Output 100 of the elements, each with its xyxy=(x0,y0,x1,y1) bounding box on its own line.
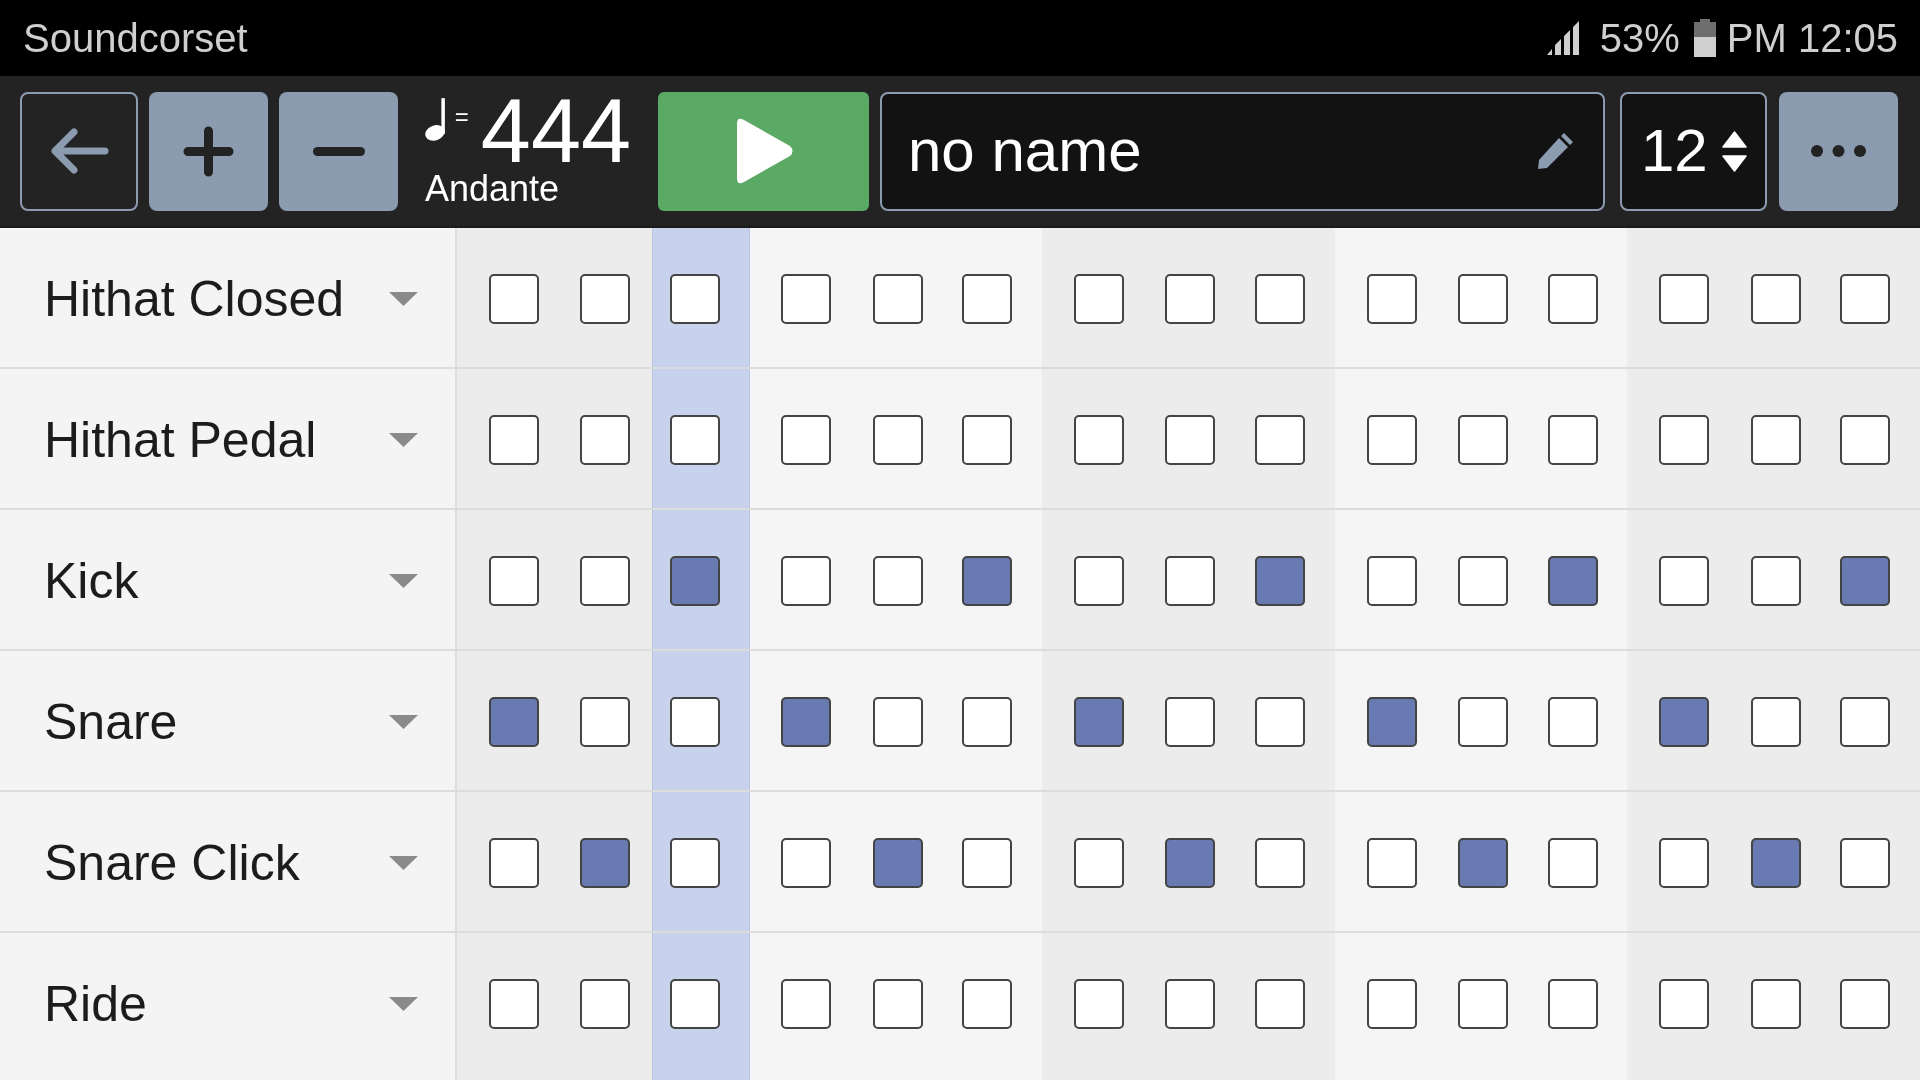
step-checkbox[interactable] xyxy=(580,837,631,888)
step-checkbox[interactable] xyxy=(488,273,539,324)
step-checkbox[interactable] xyxy=(488,837,539,888)
play-button[interactable] xyxy=(658,91,869,211)
add-button[interactable] xyxy=(149,91,268,211)
step-checkbox[interactable] xyxy=(1840,273,1891,324)
step-checkbox[interactable] xyxy=(1547,837,1598,888)
step-checkbox[interactable] xyxy=(580,273,631,324)
step-checkbox[interactable] xyxy=(962,696,1013,747)
step-checkbox[interactable] xyxy=(1840,978,1891,1029)
step-checkbox[interactable] xyxy=(1750,696,1801,747)
step-checkbox[interactable] xyxy=(781,837,832,888)
back-button[interactable] xyxy=(20,91,138,211)
step-checkbox[interactable] xyxy=(1840,696,1891,747)
step-checkbox[interactable] xyxy=(1547,978,1598,1029)
step-checkbox[interactable] xyxy=(1458,978,1509,1029)
step-checkbox[interactable] xyxy=(1366,273,1417,324)
step-checkbox[interactable] xyxy=(669,837,720,888)
step-checkbox[interactable] xyxy=(1659,978,1710,1029)
step-checkbox[interactable] xyxy=(580,696,631,747)
instrument-dropdown[interactable]: Hithat Pedal xyxy=(44,409,418,470)
step-checkbox[interactable] xyxy=(488,696,539,747)
step-checkbox[interactable] xyxy=(1165,555,1216,606)
step-checkbox[interactable] xyxy=(1255,414,1306,465)
more-options-button[interactable] xyxy=(1779,91,1898,211)
instrument-dropdown[interactable]: Ride xyxy=(44,973,418,1034)
step-checkbox[interactable] xyxy=(1659,696,1710,747)
step-checkbox[interactable] xyxy=(1255,555,1306,606)
step-checkbox[interactable] xyxy=(1165,837,1216,888)
step-checkbox[interactable] xyxy=(488,978,539,1029)
step-checkbox[interactable] xyxy=(872,696,923,747)
step-checkbox[interactable] xyxy=(1366,978,1417,1029)
step-checkbox[interactable] xyxy=(669,696,720,747)
step-checkbox[interactable] xyxy=(1547,555,1598,606)
step-checkbox[interactable] xyxy=(872,273,923,324)
instrument-dropdown[interactable]: Hithat Closed xyxy=(44,268,418,329)
step-checkbox[interactable] xyxy=(1840,414,1891,465)
step-checkbox[interactable] xyxy=(1750,978,1801,1029)
step-checkbox[interactable] xyxy=(962,837,1013,888)
instrument-dropdown[interactable]: Snare Click xyxy=(44,832,418,893)
step-checkbox[interactable] xyxy=(1659,555,1710,606)
pencil-icon[interactable] xyxy=(1536,131,1575,171)
step-checkbox[interactable] xyxy=(1659,414,1710,465)
step-checkbox[interactable] xyxy=(781,555,832,606)
step-checkbox[interactable] xyxy=(1840,837,1891,888)
step-checkbox[interactable] xyxy=(1750,273,1801,324)
step-checkbox[interactable] xyxy=(1750,555,1801,606)
step-checkbox[interactable] xyxy=(1366,696,1417,747)
step-checkbox[interactable] xyxy=(1750,414,1801,465)
step-checkbox[interactable] xyxy=(580,978,631,1029)
step-checkbox[interactable] xyxy=(1659,273,1710,324)
step-checkbox[interactable] xyxy=(1750,837,1801,888)
instrument-dropdown[interactable]: Kick xyxy=(44,550,418,611)
step-checkbox[interactable] xyxy=(669,414,720,465)
step-checkbox[interactable] xyxy=(872,414,923,465)
step-checkbox[interactable] xyxy=(962,273,1013,324)
step-checkbox[interactable] xyxy=(1458,414,1509,465)
step-checkbox[interactable] xyxy=(781,273,832,324)
instrument-dropdown[interactable]: Snare xyxy=(44,691,418,752)
step-checkbox[interactable] xyxy=(580,414,631,465)
step-checkbox[interactable] xyxy=(1659,837,1710,888)
step-checkbox[interactable] xyxy=(1255,837,1306,888)
step-checkbox[interactable] xyxy=(1073,273,1124,324)
step-checkbox[interactable] xyxy=(1255,273,1306,324)
step-checkbox[interactable] xyxy=(669,273,720,324)
step-checkbox[interactable] xyxy=(1366,555,1417,606)
remove-button[interactable] xyxy=(279,91,398,211)
step-checkbox[interactable] xyxy=(669,555,720,606)
step-checkbox[interactable] xyxy=(962,555,1013,606)
step-checkbox[interactable] xyxy=(781,696,832,747)
step-checkbox[interactable] xyxy=(488,555,539,606)
step-checkbox[interactable] xyxy=(1255,978,1306,1029)
step-checkbox[interactable] xyxy=(1073,696,1124,747)
step-checkbox[interactable] xyxy=(1165,414,1216,465)
step-checkbox[interactable] xyxy=(669,978,720,1029)
step-checkbox[interactable] xyxy=(1366,414,1417,465)
step-checkbox[interactable] xyxy=(1255,696,1306,747)
step-checkbox[interactable] xyxy=(580,555,631,606)
step-checkbox[interactable] xyxy=(872,837,923,888)
step-checkbox[interactable] xyxy=(962,978,1013,1029)
step-checkbox[interactable] xyxy=(872,555,923,606)
step-checkbox[interactable] xyxy=(1073,978,1124,1029)
step-checkbox[interactable] xyxy=(781,414,832,465)
step-checkbox[interactable] xyxy=(872,978,923,1029)
step-checkbox[interactable] xyxy=(1547,414,1598,465)
step-count-spinner[interactable]: 12 xyxy=(1620,91,1767,211)
step-checkbox[interactable] xyxy=(1073,555,1124,606)
step-checkbox[interactable] xyxy=(1458,837,1509,888)
step-checkbox[interactable] xyxy=(1366,837,1417,888)
step-checkbox[interactable] xyxy=(1073,414,1124,465)
step-checkbox[interactable] xyxy=(1547,696,1598,747)
step-checkbox[interactable] xyxy=(1458,555,1509,606)
step-checkbox[interactable] xyxy=(1165,696,1216,747)
step-checkbox[interactable] xyxy=(488,414,539,465)
step-checkbox[interactable] xyxy=(1840,555,1891,606)
step-checkbox[interactable] xyxy=(1165,273,1216,324)
step-checkbox[interactable] xyxy=(1458,696,1509,747)
step-checkbox[interactable] xyxy=(962,414,1013,465)
step-checkbox[interactable] xyxy=(1458,273,1509,324)
name-field[interactable]: no name xyxy=(880,91,1605,211)
